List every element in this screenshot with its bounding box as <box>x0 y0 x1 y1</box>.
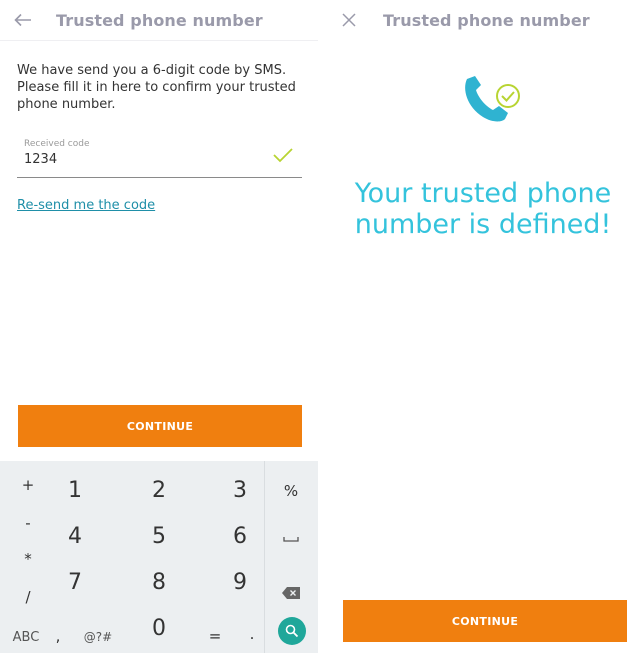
key-plus[interactable]: + <box>16 473 40 497</box>
continue-button[interactable]: CONTINUE <box>18 405 302 447</box>
confirmation-screen: Trusted phone number Your trusted phone … <box>326 0 640 653</box>
page-title: Trusted phone number <box>56 10 263 30</box>
received-code-field[interactable]: Received code <box>17 137 302 178</box>
key-period[interactable]: . <box>244 623 260 645</box>
key-5[interactable]: 5 <box>142 521 176 551</box>
key-asterisk[interactable]: * <box>16 547 40 571</box>
continue-button[interactable]: CONTINUE <box>343 600 627 642</box>
numeric-keyboard: + - * / 1 2 3 4 5 6 7 8 9 0 ABC , @?# = … <box>0 461 318 653</box>
page-title: Trusted phone number <box>383 10 590 30</box>
backspace-icon[interactable] <box>278 581 304 605</box>
close-icon[interactable] <box>338 9 360 31</box>
key-minus[interactable]: - <box>16 511 40 535</box>
search-icon <box>278 617 306 645</box>
key-6[interactable]: 6 <box>223 521 257 551</box>
search-key[interactable] <box>277 616 307 646</box>
resend-code-link[interactable]: Re-send me the code <box>17 198 155 213</box>
key-8[interactable]: 8 <box>142 567 176 597</box>
key-2[interactable]: 2 <box>142 475 176 505</box>
success-message: Your trusted phone number is defined! <box>354 178 612 240</box>
key-percent[interactable]: % <box>278 479 304 503</box>
phone-check-icon <box>465 76 520 122</box>
received-code-label: Received code <box>24 139 90 149</box>
key-equals[interactable]: = <box>204 625 226 647</box>
key-symbols[interactable]: @?# <box>76 627 120 647</box>
key-0[interactable]: 0 <box>142 613 176 643</box>
instructions-text: We have send you a 6-digit code by SMS. … <box>17 63 296 112</box>
key-abc[interactable]: ABC <box>8 627 44 647</box>
key-7[interactable]: 7 <box>58 567 92 597</box>
keyboard-divider <box>264 461 265 653</box>
key-3[interactable]: 3 <box>223 475 257 505</box>
key-comma[interactable]: , <box>48 625 68 647</box>
back-arrow-icon[interactable] <box>12 9 34 31</box>
key-4[interactable]: 4 <box>58 521 92 551</box>
app-bar: Trusted phone number <box>0 0 318 41</box>
code-entry-screen: Trusted phone number We have send you a … <box>0 0 318 653</box>
key-9[interactable]: 9 <box>223 567 257 597</box>
app-bar: Trusted phone number <box>326 0 640 40</box>
space-icon[interactable] <box>278 527 304 551</box>
key-slash[interactable]: / <box>16 585 40 609</box>
key-1[interactable]: 1 <box>58 475 92 505</box>
check-icon <box>273 148 293 163</box>
received-code-input[interactable] <box>24 152 264 167</box>
